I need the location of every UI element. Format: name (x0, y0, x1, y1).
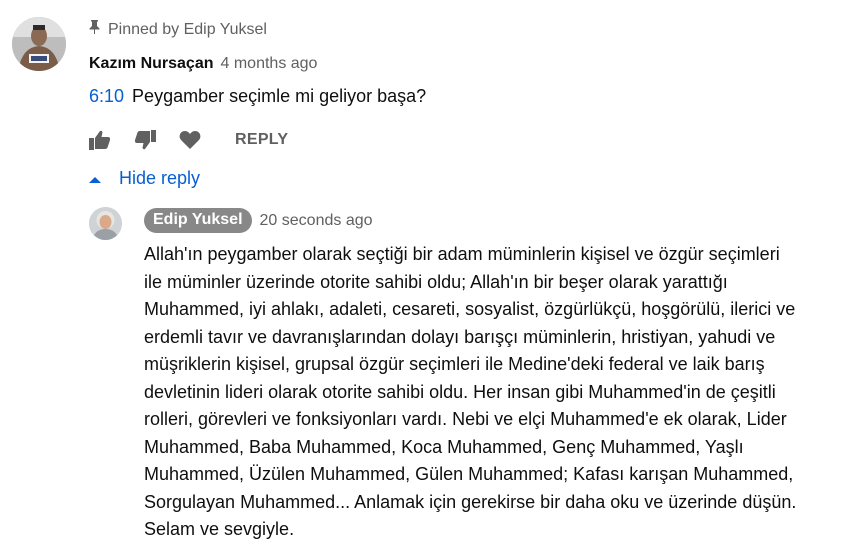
reply-line: rolleri, görevleri ve fonksiyonları vard… (144, 409, 787, 429)
comment-body: Peygamber seçimle mi geliyor başa? (132, 86, 427, 106)
reply-avatar[interactable] (89, 207, 122, 240)
hide-reply-label: Hide reply (119, 168, 201, 188)
timestamp-link[interactable]: 6:10 (89, 86, 124, 106)
comment-time[interactable]: 4 months ago (221, 55, 318, 73)
commenter-avatar[interactable] (12, 17, 66, 71)
reply-line: devletinin lideri olarak otorite sahibi … (144, 381, 776, 402)
reply-line: Selam ve sevgiyle. (144, 519, 295, 539)
reply-line: ile müminler üzerinde otorite sahibi old… (144, 271, 728, 292)
thumbs-down-icon[interactable] (134, 129, 156, 151)
comment-header: Kazım Nursaçan 4 months ago (89, 55, 317, 73)
comment-text: 6:10 Peygamber seçimle mi geliyor başa? (89, 86, 426, 107)
comment-author[interactable]: Kazım Nursaçan (89, 55, 214, 73)
reply-time[interactable]: 20 seconds ago (260, 212, 373, 230)
reply-line: Sorgulayan Muhammed... Anlamak için gere… (144, 491, 797, 512)
reply-line: erdemli tavır ve davranışlarından dolayı… (144, 326, 776, 347)
thumbs-up-icon[interactable] (89, 129, 111, 151)
reply-line: Allah'ın peygamber olarak seçtiği bir ad… (144, 244, 780, 264)
pinned-text: Pinned by Edip Yuksel (108, 20, 267, 38)
pinned-label: Pinned by Edip Yuksel (89, 20, 267, 39)
comment-actions: REPLY (89, 127, 288, 153)
reply-line: Muhammed, Üzülen Muhammed, Gülen Muhamme… (144, 464, 794, 484)
pin-icon (89, 20, 100, 39)
hide-reply-button[interactable]: Hide reply (89, 168, 200, 189)
reply-author-chip[interactable]: Edip Yuksel (144, 208, 252, 233)
reply-line: Muhammed, Baba Muhammed, Koca Muhammed, … (144, 436, 744, 457)
reply-line: müşriklerin kişisel, grupsal özgür seçim… (144, 354, 765, 374)
reply-header: Edip Yuksel 20 seconds ago (144, 208, 373, 233)
heart-icon[interactable] (179, 129, 201, 151)
reply-line: Muhammed, iyi ahlakı, adaleti, cesareti,… (144, 299, 796, 319)
chevron-up-icon (89, 168, 101, 189)
reply-button[interactable]: REPLY (235, 131, 288, 149)
reply-text: Allah'ın peygamber olarak seçtiği bir ad… (144, 241, 844, 544)
